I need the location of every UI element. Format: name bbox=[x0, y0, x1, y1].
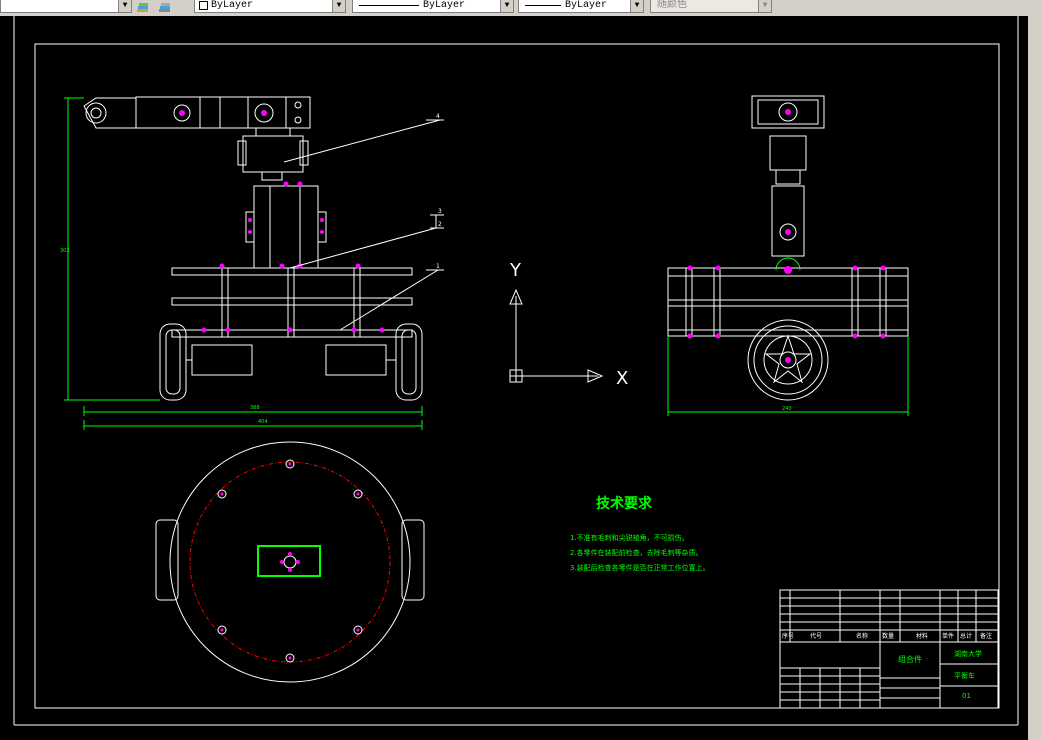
chevron-down-icon: ▼ bbox=[758, 0, 771, 12]
line-sample-icon bbox=[359, 5, 419, 6]
tech-requirements-title: 技术要求 bbox=[596, 495, 653, 512]
properties-toolbar: ▼ ByLayer ▼ ByLayer ▼ ByLayer ▼ 随颜色 ▼ bbox=[0, 0, 1042, 17]
chevron-down-icon: ▼ bbox=[332, 0, 345, 12]
tb-header-unit: 单件 bbox=[942, 632, 954, 640]
tb-sheet: 01 bbox=[962, 692, 971, 700]
tb-header-code: 代号 bbox=[810, 632, 822, 640]
tech-note-1: 1.不准有毛刺和尖锐棱角，不可损伤。 bbox=[570, 533, 689, 542]
drawing-canvas[interactable]: 388 404 302 4 3 2 1 Y X 240 序号 代号 名称 数量 … bbox=[0, 16, 1028, 740]
svg-text:240: 240 bbox=[782, 406, 792, 412]
chevron-down-icon: ▼ bbox=[118, 0, 131, 12]
lineweight-dropdown[interactable]: ByLayer ▼ bbox=[518, 0, 644, 13]
line-sample-icon bbox=[525, 5, 561, 6]
tb-drawing-name: 平衡车 bbox=[954, 671, 975, 680]
svg-text:302: 302 bbox=[60, 248, 70, 254]
vertical-scrollbar[interactable] bbox=[1027, 16, 1042, 740]
tb-header-name: 名称 bbox=[856, 632, 868, 640]
tb-header-qty: 数量 bbox=[882, 632, 894, 640]
tb-header-index: 序号 bbox=[782, 632, 794, 640]
color-swatch-icon bbox=[199, 1, 208, 10]
previous-dropdown[interactable]: ▼ bbox=[0, 0, 132, 13]
balloon-4: 4 bbox=[436, 113, 440, 120]
balloon-3: 3 bbox=[438, 208, 442, 215]
chevron-down-icon: ▼ bbox=[630, 0, 643, 12]
layer-previous-icon[interactable] bbox=[158, 0, 172, 12]
tech-note-2: 2.各零件在装配前检查，去除毛刺等杂质。 bbox=[570, 548, 703, 557]
tb-header-material: 材料 bbox=[916, 632, 928, 640]
tb-school: 湖南大学 bbox=[954, 649, 982, 658]
layer-manager-icon[interactable] bbox=[136, 0, 150, 12]
svg-text:388: 388 bbox=[250, 405, 260, 411]
balloon-2: 2 bbox=[438, 221, 442, 228]
tb-header-total: 总计 bbox=[960, 632, 972, 640]
axis-y-label: Y bbox=[509, 260, 522, 281]
color-dropdown[interactable]: ByLayer ▼ bbox=[194, 0, 346, 13]
tb-header-remark: 备注 bbox=[980, 632, 992, 640]
plotstyle-dropdown[interactable]: 随颜色 ▼ bbox=[650, 0, 772, 13]
balloon-1: 1 bbox=[436, 263, 440, 270]
tb-assembly-name: 组合件 bbox=[898, 654, 922, 664]
axis-x-label: X bbox=[616, 368, 628, 389]
tech-note-3: 3.装配后检查各零件是否在正常工作位置上。 bbox=[570, 563, 710, 572]
linetype-dropdown[interactable]: ByLayer ▼ bbox=[352, 0, 514, 13]
chevron-down-icon: ▼ bbox=[500, 0, 513, 12]
svg-text:404: 404 bbox=[258, 419, 268, 425]
